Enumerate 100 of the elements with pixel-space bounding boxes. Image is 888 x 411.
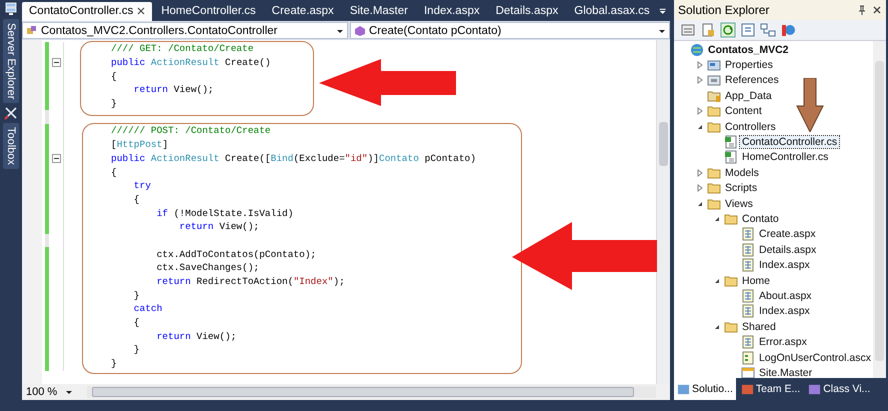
expander-icon[interactable] [696,200,704,208]
tree-item[interactable]: Create.aspx [757,228,818,240]
tree-item[interactable]: Home [740,274,772,287]
tree-item[interactable]: Contatos_MVC2 [706,44,791,56]
folder-icon [707,120,721,134]
page-file-icon [741,288,755,303]
code-line: ctx.AddToContatos(pContato); [156,248,316,261]
code-line: { [111,166,117,179]
code-line: try [132,179,151,192]
code-line: } [111,97,117,110]
tree-item[interactable]: Contato [740,212,781,225]
side-tab[interactable]: Toolbox [3,123,19,170]
document-tab[interactable]: HomeController.cs [154,2,263,21]
toolbar-icon[interactable] [700,22,716,38]
tree-item[interactable]: Shared [740,320,778,333]
class-diagram-icon[interactable] [760,22,776,38]
tree-item[interactable]: App_Data [723,90,774,102]
folder-icon [707,104,721,118]
code-line: { [132,192,140,206]
panel-tab[interactable]: Class Vi... [805,378,874,400]
project-icon [690,42,704,57]
code-line: catch [132,302,162,316]
document-tab[interactable]: Site.Master [342,2,415,21]
tree-item[interactable]: Site.Master [757,366,814,378]
document-tab[interactable]: Details.aspx [488,2,566,21]
tree-item[interactable]: Models [723,166,761,179]
control-file-icon [740,350,755,364]
tree-item[interactable]: Content [723,105,764,118]
member-dropdown[interactable]: Create(Contato pContato) [350,22,670,39]
pin-icon[interactable] [857,5,867,15]
vertical-scrollbar[interactable] [873,41,886,378]
folder-icon [707,181,721,196]
code-line: ctx.SaveChanges(); [156,261,260,274]
close-icon[interactable] [137,7,146,15]
collapse-icon[interactable] [52,154,61,163]
folder-icon [724,274,738,288]
toolbar-icon[interactable] [780,22,796,38]
tree-item[interactable]: About.aspx [757,290,814,302]
expander-icon[interactable] [713,214,721,223]
class-icon [26,24,38,36]
csharp-file-icon [724,135,738,150]
panel-tab[interactable]: Team E... [738,378,804,400]
code-line: [HttpPost] [111,138,168,152]
page-file-icon [741,258,755,272]
special-folder-icon [707,88,721,103]
page-file-icon [741,242,755,257]
page-file-icon [741,227,755,242]
code-line: return RedirectToAction("Index"); [156,275,345,288]
code-line: public ActionResult Create([Bind(Exclude="id")]Contato pContato) [111,152,476,165]
code-line: return View(); [132,83,214,96]
type-dropdown[interactable]: Contatos_MVC2.Controllers.ContatoController [22,22,348,39]
code-line: } [111,357,117,370]
horizontal-scrollbar[interactable] [87,386,656,398]
code-line: if (!ModelState.IsValid) [156,206,294,220]
document-tab[interactable]: ContatoController.cs [22,2,152,21]
toolbar-icon[interactable] [680,22,696,38]
tree-item[interactable]: Properties [723,59,775,72]
vertical-scrollbar[interactable] [656,40,670,384]
tree-item[interactable]: LogOnUserControl.ascx [756,352,873,364]
expander-icon[interactable] [696,122,704,131]
folder-icon [707,196,721,211]
page-file-icon [741,304,755,318]
toolbar-icon[interactable] [740,22,756,38]
tree-item[interactable]: Index.aspx [757,259,812,272]
tree-item[interactable]: Details.aspx [757,244,818,256]
tab-icon [677,382,690,396]
tree-item[interactable]: References [723,74,781,86]
properties-icon [707,58,721,72]
folder-icon [724,320,738,334]
page-file-icon [741,335,755,350]
tree-item[interactable]: Scripts [723,182,760,194]
tree-item[interactable]: Error.aspx [757,336,809,348]
document-tab[interactable]: Create.aspx [264,2,341,21]
refresh-icon[interactable] [720,22,736,38]
tree-item[interactable]: Views [723,198,755,210]
tools-icon [4,106,18,120]
code-line: return View(); [178,220,260,234]
code-line: public ActionResult Create() [111,56,271,70]
references-icon [707,73,721,88]
side-tab[interactable]: Server Explorer [3,19,19,104]
code-line: return View(); [156,330,236,343]
expander-icon[interactable] [713,276,721,285]
document-tab[interactable]: Global.asax.cs [567,2,657,21]
code-line: } [132,288,140,302]
folder-icon [707,166,721,180]
close-icon[interactable] [872,5,882,15]
csharp-file-icon [724,150,738,164]
tree-item[interactable]: Controllers [723,120,778,133]
code-line: { [111,70,117,83]
tree-item[interactable]: ContatoController.cs [740,136,840,148]
panel-tab[interactable]: Solutio... [674,378,736,400]
tree-item[interactable]: Index.aspx [757,305,812,318]
document-tab[interactable]: Index.aspx [416,2,487,21]
zoom-dropdown[interactable]: 100 % [22,386,77,398]
code-line: } [132,343,140,356]
collapse-icon[interactable] [52,58,61,68]
expander-icon[interactable] [713,322,721,331]
tree-item[interactable]: HomeController.cs [740,151,830,164]
tab-icon [740,382,754,396]
server-icon[interactable] [4,2,18,16]
